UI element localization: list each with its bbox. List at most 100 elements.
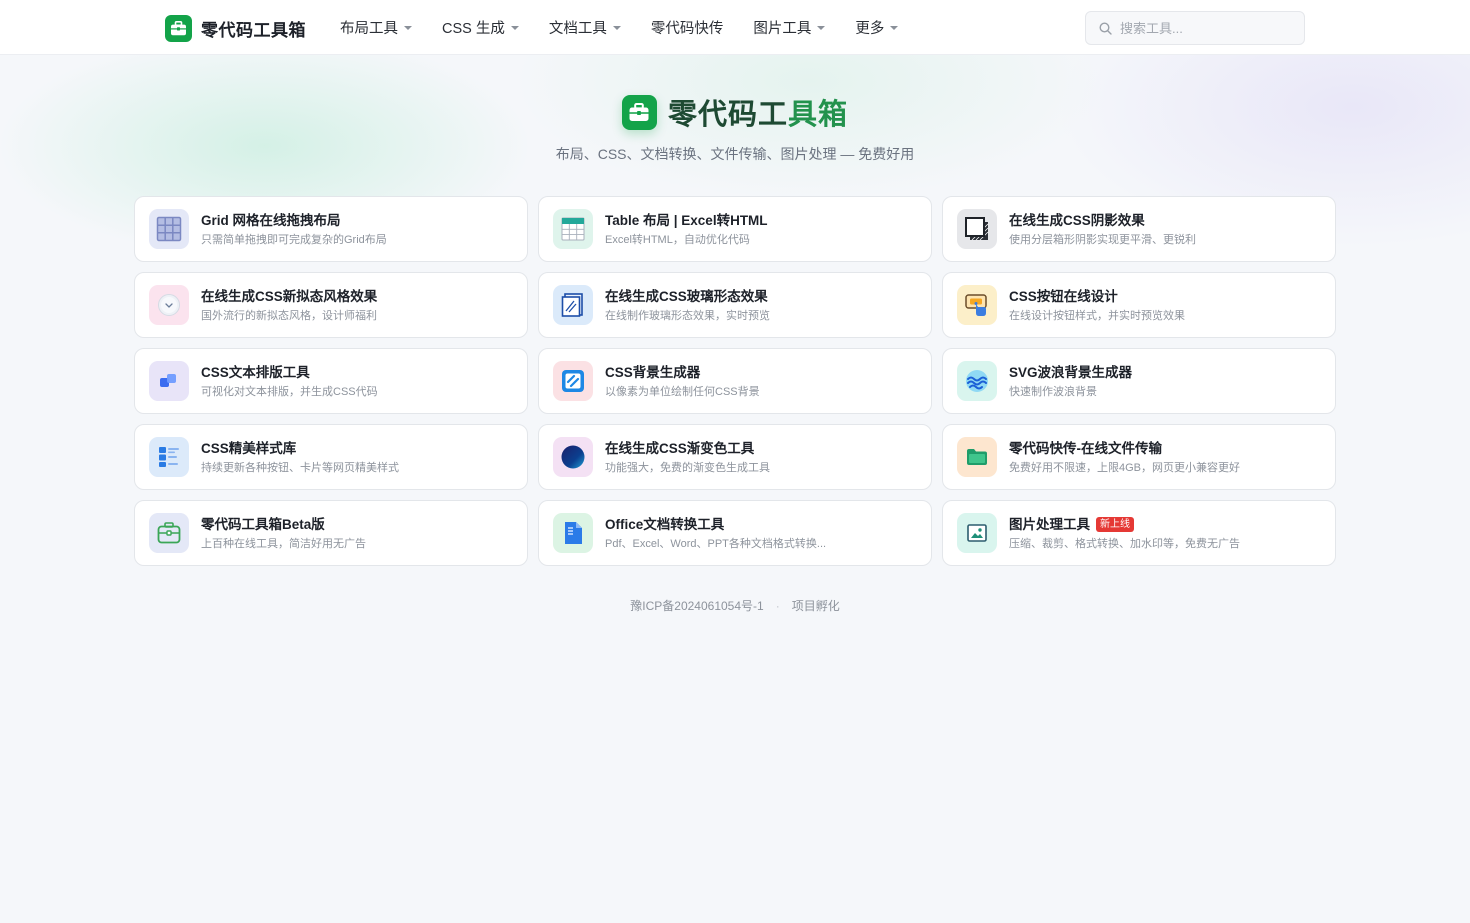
card-text: 零代码工具箱Beta版 上百种在线工具，简洁好用无广告 [201,516,366,551]
tool-card-neumorphism[interactable]: 在线生成CSS新拟态风格效果 国外流行的新拟态风格，设计师福利 [134,272,528,338]
card-description: 压缩、裁剪、格式转换、加水印等，免费无广告 [1009,537,1240,550]
search-icon [1099,21,1112,35]
tool-card-toolbox-beta[interactable]: 零代码工具箱Beta版 上百种在线工具，简洁好用无广告 [134,500,528,566]
text-layout-icon [149,361,189,401]
card-description: 以像素为单位绘制任何CSS背景 [605,385,760,398]
toolbox-icon [149,513,189,553]
chevron-down-icon [612,26,621,30]
card-text: 在线生成CSS渐变色工具 功能强大，免费的渐变色生成工具 [605,440,770,475]
nav-quick-transfer[interactable]: 零代码快传 [651,17,724,38]
card-title: 在线生成CSS新拟态风格效果 [201,288,377,306]
card-text: CSS文本排版工具 可视化对文本排版，并生成CSS代码 [201,364,378,399]
search-input[interactable] [1120,20,1290,36]
tool-card-svg-wave[interactable]: SVG波浪背景生成器 快速制作波浪背景 [942,348,1336,414]
glass-icon [553,285,593,325]
hero-title-main: 零代码工 [667,99,788,131]
card-title: Office文档转换工具 [605,516,826,534]
card-description: 持续更新各种按钮、卡片等网页精美样式 [201,461,399,474]
hero-title: 零代码工具箱 [668,91,848,133]
card-description: 在线设计按钮样式，并实时预览效果 [1009,309,1185,322]
card-title: 零代码工具箱Beta版 [201,516,366,534]
card-text: 图片处理工具 新上线 压缩、裁剪、格式转换、加水印等，免费无广告 [1009,516,1240,551]
icp-link[interactable]: 豫ICP备2024061054号-1 [630,599,763,613]
card-title-text: Grid 网格在线拖拽布局 [201,212,341,228]
card-text: Table 布局 | Excel转HTML Excel转HTML，自动优化代码 [605,212,768,247]
card-title-text: Office文档转换工具 [605,516,725,532]
nav-document-tools[interactable]: 文档工具 [549,17,621,38]
card-text: CSS按钮在线设计 在线设计按钮样式，并实时预览效果 [1009,288,1185,323]
tool-card-text-layout[interactable]: CSS文本排版工具 可视化对文本排版，并生成CSS代码 [134,348,528,414]
card-title-text: CSS背景生成器 [605,364,701,380]
tool-card-style-library[interactable]: CSS精美样式库 持续更新各种按钮、卡片等网页精美样式 [134,424,528,490]
card-description: Pdf、Excel、Word、PPT各种文档格式转换... [605,537,827,550]
tool-card-image-tools[interactable]: 图片处理工具 新上线 压缩、裁剪、格式转换、加水印等，免费无广告 [942,500,1336,566]
card-title-text: CSS文本排版工具 [201,364,310,380]
nav-label: 更多 [855,21,885,37]
search-box[interactable] [1085,11,1305,45]
tool-card-css-button[interactable]: CSS按钮在线设计 在线设计按钮样式，并实时预览效果 [942,272,1336,338]
card-title: 在线生成CSS阴影效果 [1009,212,1196,230]
new-badge: 新上线 [1096,517,1134,532]
card-title: 在线生成CSS渐变色工具 [605,440,770,458]
card-title-text: 零代码工具箱Beta版 [201,516,325,532]
nav-css-generate[interactable]: CSS 生成 [442,17,519,38]
brand-logo[interactable]: 零代码工具箱 [165,14,306,42]
card-title: CSS按钮在线设计 [1009,288,1185,306]
chevron-down-icon [510,26,519,30]
card-title-text: 图片处理工具 [1009,516,1090,532]
card-description: 可视化对文本排版，并生成CSS代码 [201,385,378,398]
nav-more[interactable]: 更多 [855,17,899,38]
card-title-text: 在线生成CSS渐变色工具 [605,440,755,456]
card-description: 在线制作玻璃形态效果，实时预览 [605,309,770,322]
brand-name: 零代码工具箱 [201,20,306,40]
chevron-down-icon [817,26,826,30]
nav-label: 零代码快传 [650,21,724,37]
gradient-icon [553,437,593,477]
main-nav: 布局工具 CSS 生成 文档工具 零代码快传 图片工具 更多 [340,0,928,55]
card-title: CSS背景生成器 [605,364,760,382]
card-text: CSS背景生成器 以像素为单位绘制任何CSS背景 [605,364,760,399]
tool-card-gradient[interactable]: 在线生成CSS渐变色工具 功能强大，免费的渐变色生成工具 [538,424,932,490]
card-text: 零代码快传-在线文件传输 免费好用不限速，上限4GB，网页更小兼容更好 [1009,440,1240,475]
card-text: CSS精美样式库 持续更新各种按钮、卡片等网页精美样式 [201,440,399,475]
tool-card-grid-layout[interactable]: Grid 网格在线拖拽布局 只需简单拖拽即可完成复杂的Grid布局 [134,196,528,262]
card-title-text: SVG波浪背景生成器 [1009,364,1133,380]
card-description: 使用分层箱形阴影实现更平滑、更锐利 [1009,233,1196,246]
incubation-link[interactable]: 项目孵化 [792,599,840,613]
card-description: 上百种在线工具，简洁好用无广告 [201,537,366,550]
card-text: 在线生成CSS玻璃形态效果 在线制作玻璃形态效果，实时预览 [605,288,770,323]
nav-layout-tools[interactable]: 布局工具 [340,17,412,38]
chevron-down-icon [890,26,899,30]
card-description: 功能强大，免费的渐变色生成工具 [605,461,770,474]
card-text: 在线生成CSS新拟态风格效果 国外流行的新拟态风格，设计师福利 [201,288,377,323]
wave-icon [957,361,997,401]
card-title: Table 布局 | Excel转HTML [605,212,768,230]
shadow-icon [957,209,997,249]
card-title-text: CSS按钮在线设计 [1009,288,1118,304]
card-description: 国外流行的新拟态风格，设计师福利 [201,309,377,322]
tool-card-office-convert[interactable]: Office文档转换工具 Pdf、Excel、Word、PPT各种文档格式转换.… [538,500,932,566]
card-description: 只需简单拖拽即可完成复杂的Grid布局 [201,233,387,246]
footer: 豫ICP备2024061054号-1 · 项目孵化 [0,597,1470,614]
document-icon [553,513,593,553]
toolbox-icon [621,94,657,130]
tool-card-css-background[interactable]: CSS背景生成器 以像素为单位绘制任何CSS背景 [538,348,932,414]
button-icon [957,285,997,325]
card-title-text: 在线生成CSS玻璃形态效果 [605,288,768,304]
tool-card-file-transfer[interactable]: 零代码快传-在线文件传输 免费好用不限速，上限4GB，网页更小兼容更好 [942,424,1336,490]
card-title-text: CSS精美样式库 [201,440,297,456]
hero-subtitle: 布局、CSS、文档转换、文件传输、图片处理 — 免费好用 [555,146,915,162]
grid-icon [149,209,189,249]
background-icon [553,361,593,401]
tool-card-glassmorphism[interactable]: 在线生成CSS玻璃形态效果 在线制作玻璃形态效果，实时预览 [538,272,932,338]
card-title: Grid 网格在线拖拽布局 [201,212,387,230]
card-title-text: Table 布局 | Excel转HTML [605,212,768,228]
neumorphism-icon [149,285,189,325]
nav-image-tools[interactable]: 图片工具 [753,17,826,38]
tool-card-css-shadow[interactable]: 在线生成CSS阴影效果 使用分层箱形阴影实现更平滑、更锐利 [942,196,1336,262]
tool-card-table-layout[interactable]: Table 布局 | Excel转HTML Excel转HTML，自动优化代码 [538,196,932,262]
card-description: Excel转HTML，自动优化代码 [605,233,750,246]
nav-label: CSS 生成 [442,21,505,37]
table-icon [553,209,593,249]
card-description: 快速制作波浪背景 [1009,385,1097,398]
